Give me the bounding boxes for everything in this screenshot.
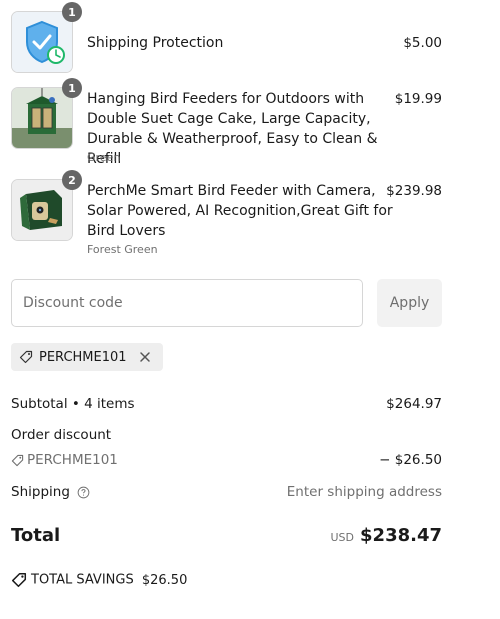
subtotal-label: Subtotal • 4 items	[11, 396, 135, 412]
tag-icon	[11, 572, 27, 588]
order-discount-label: Order discount	[11, 427, 112, 443]
smart-feeder-thumbnail: 2	[11, 170, 82, 241]
total-currency: USD	[330, 531, 355, 544]
tag-icon	[11, 454, 24, 466]
shipping-protection-thumbnail: 1	[11, 2, 82, 73]
quantity-badge: 1	[62, 2, 82, 22]
quantity-badge: 1	[62, 78, 82, 98]
remove-discount-icon[interactable]	[137, 349, 153, 365]
total-savings-label: TOTAL SAVINGS	[31, 572, 134, 588]
item-price: $19.99	[394, 91, 442, 107]
item-price: $5.00	[403, 35, 442, 51]
shipping-value: Enter shipping address	[286, 484, 442, 500]
subtotal-value: $264.97	[386, 396, 442, 412]
applied-discount-chip: PERCHME101	[11, 343, 163, 371]
help-icon[interactable]	[77, 486, 90, 499]
bird-feeder-image	[12, 88, 72, 148]
item-title: PerchMe Smart Bird Feeder with Camera, S…	[87, 183, 393, 239]
total-savings-value: $26.50	[141, 572, 188, 588]
item-title: Hanging Bird Feeders for Outdoors with D…	[87, 91, 378, 167]
tag-icon	[19, 350, 33, 364]
item-title: Shipping Protection	[87, 35, 224, 51]
quantity-badge: 2	[62, 170, 82, 190]
bird-feeder-thumbnail: 1	[11, 78, 82, 149]
apply-button[interactable]: Apply	[377, 279, 442, 327]
order-discount-value: − $26.50	[379, 452, 442, 468]
shipping-label: Shipping	[11, 484, 70, 500]
item-variant: Forest Green	[87, 243, 158, 256]
smart-feeder-image	[12, 180, 72, 240]
shield-clock-icon	[12, 12, 72, 72]
item-variant: Green	[87, 151, 121, 164]
order-discount-code: PERCHME101	[27, 452, 118, 468]
total-value: $238.47	[360, 525, 442, 546]
total-label: Total	[11, 525, 61, 546]
item-price: $239.98	[386, 183, 442, 199]
applied-discount-code: PERCHME101	[39, 349, 127, 365]
discount-code-input[interactable]: Discount code	[11, 279, 363, 327]
